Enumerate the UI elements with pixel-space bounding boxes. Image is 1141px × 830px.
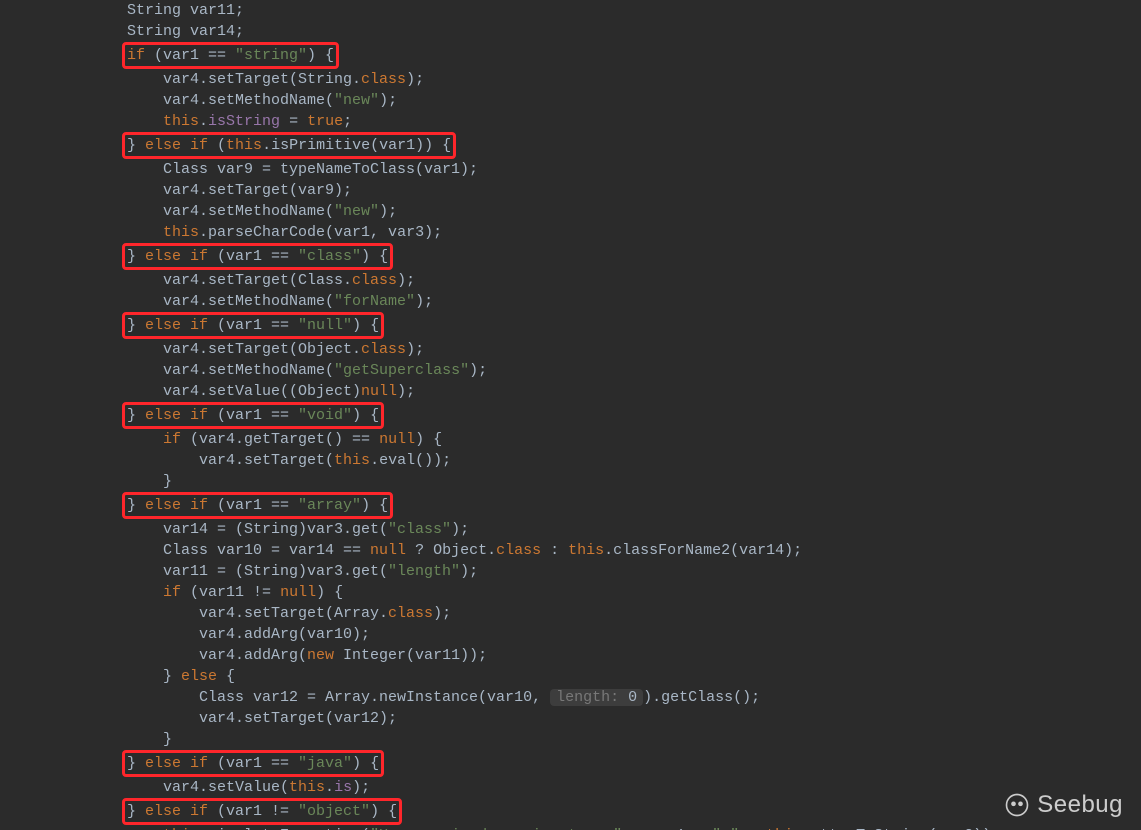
highlight-box: } else if (var1 == "java") { xyxy=(122,750,384,777)
line: String var11; xyxy=(127,2,244,19)
highlight-box: } else if (var1 != "object") { xyxy=(122,798,402,825)
code-editor: String var11; String var14; if (var1 == … xyxy=(0,0,1141,830)
highlight-box: } else if (var1 == "class") { xyxy=(122,243,393,270)
highlight-box: } else if (var1 == "array") { xyxy=(122,492,393,519)
code-block: String var11; String var14; if (var1 == … xyxy=(0,0,1141,830)
highlight-box: } else if (var1 == "null") { xyxy=(122,312,384,339)
highlight-box: if (var1 == "string") { xyxy=(122,42,339,69)
param-hint: length: 0 xyxy=(550,689,643,706)
watermark-logo: Seebug xyxy=(1003,788,1123,822)
highlight-box: } else if (var1 == "void") { xyxy=(122,402,384,429)
highlight-box: } else if (this.isPrimitive(var1)) { xyxy=(122,132,456,159)
bug-icon xyxy=(1003,791,1031,819)
watermark-text: Seebug xyxy=(1037,788,1123,822)
line: String var14; xyxy=(127,23,244,40)
